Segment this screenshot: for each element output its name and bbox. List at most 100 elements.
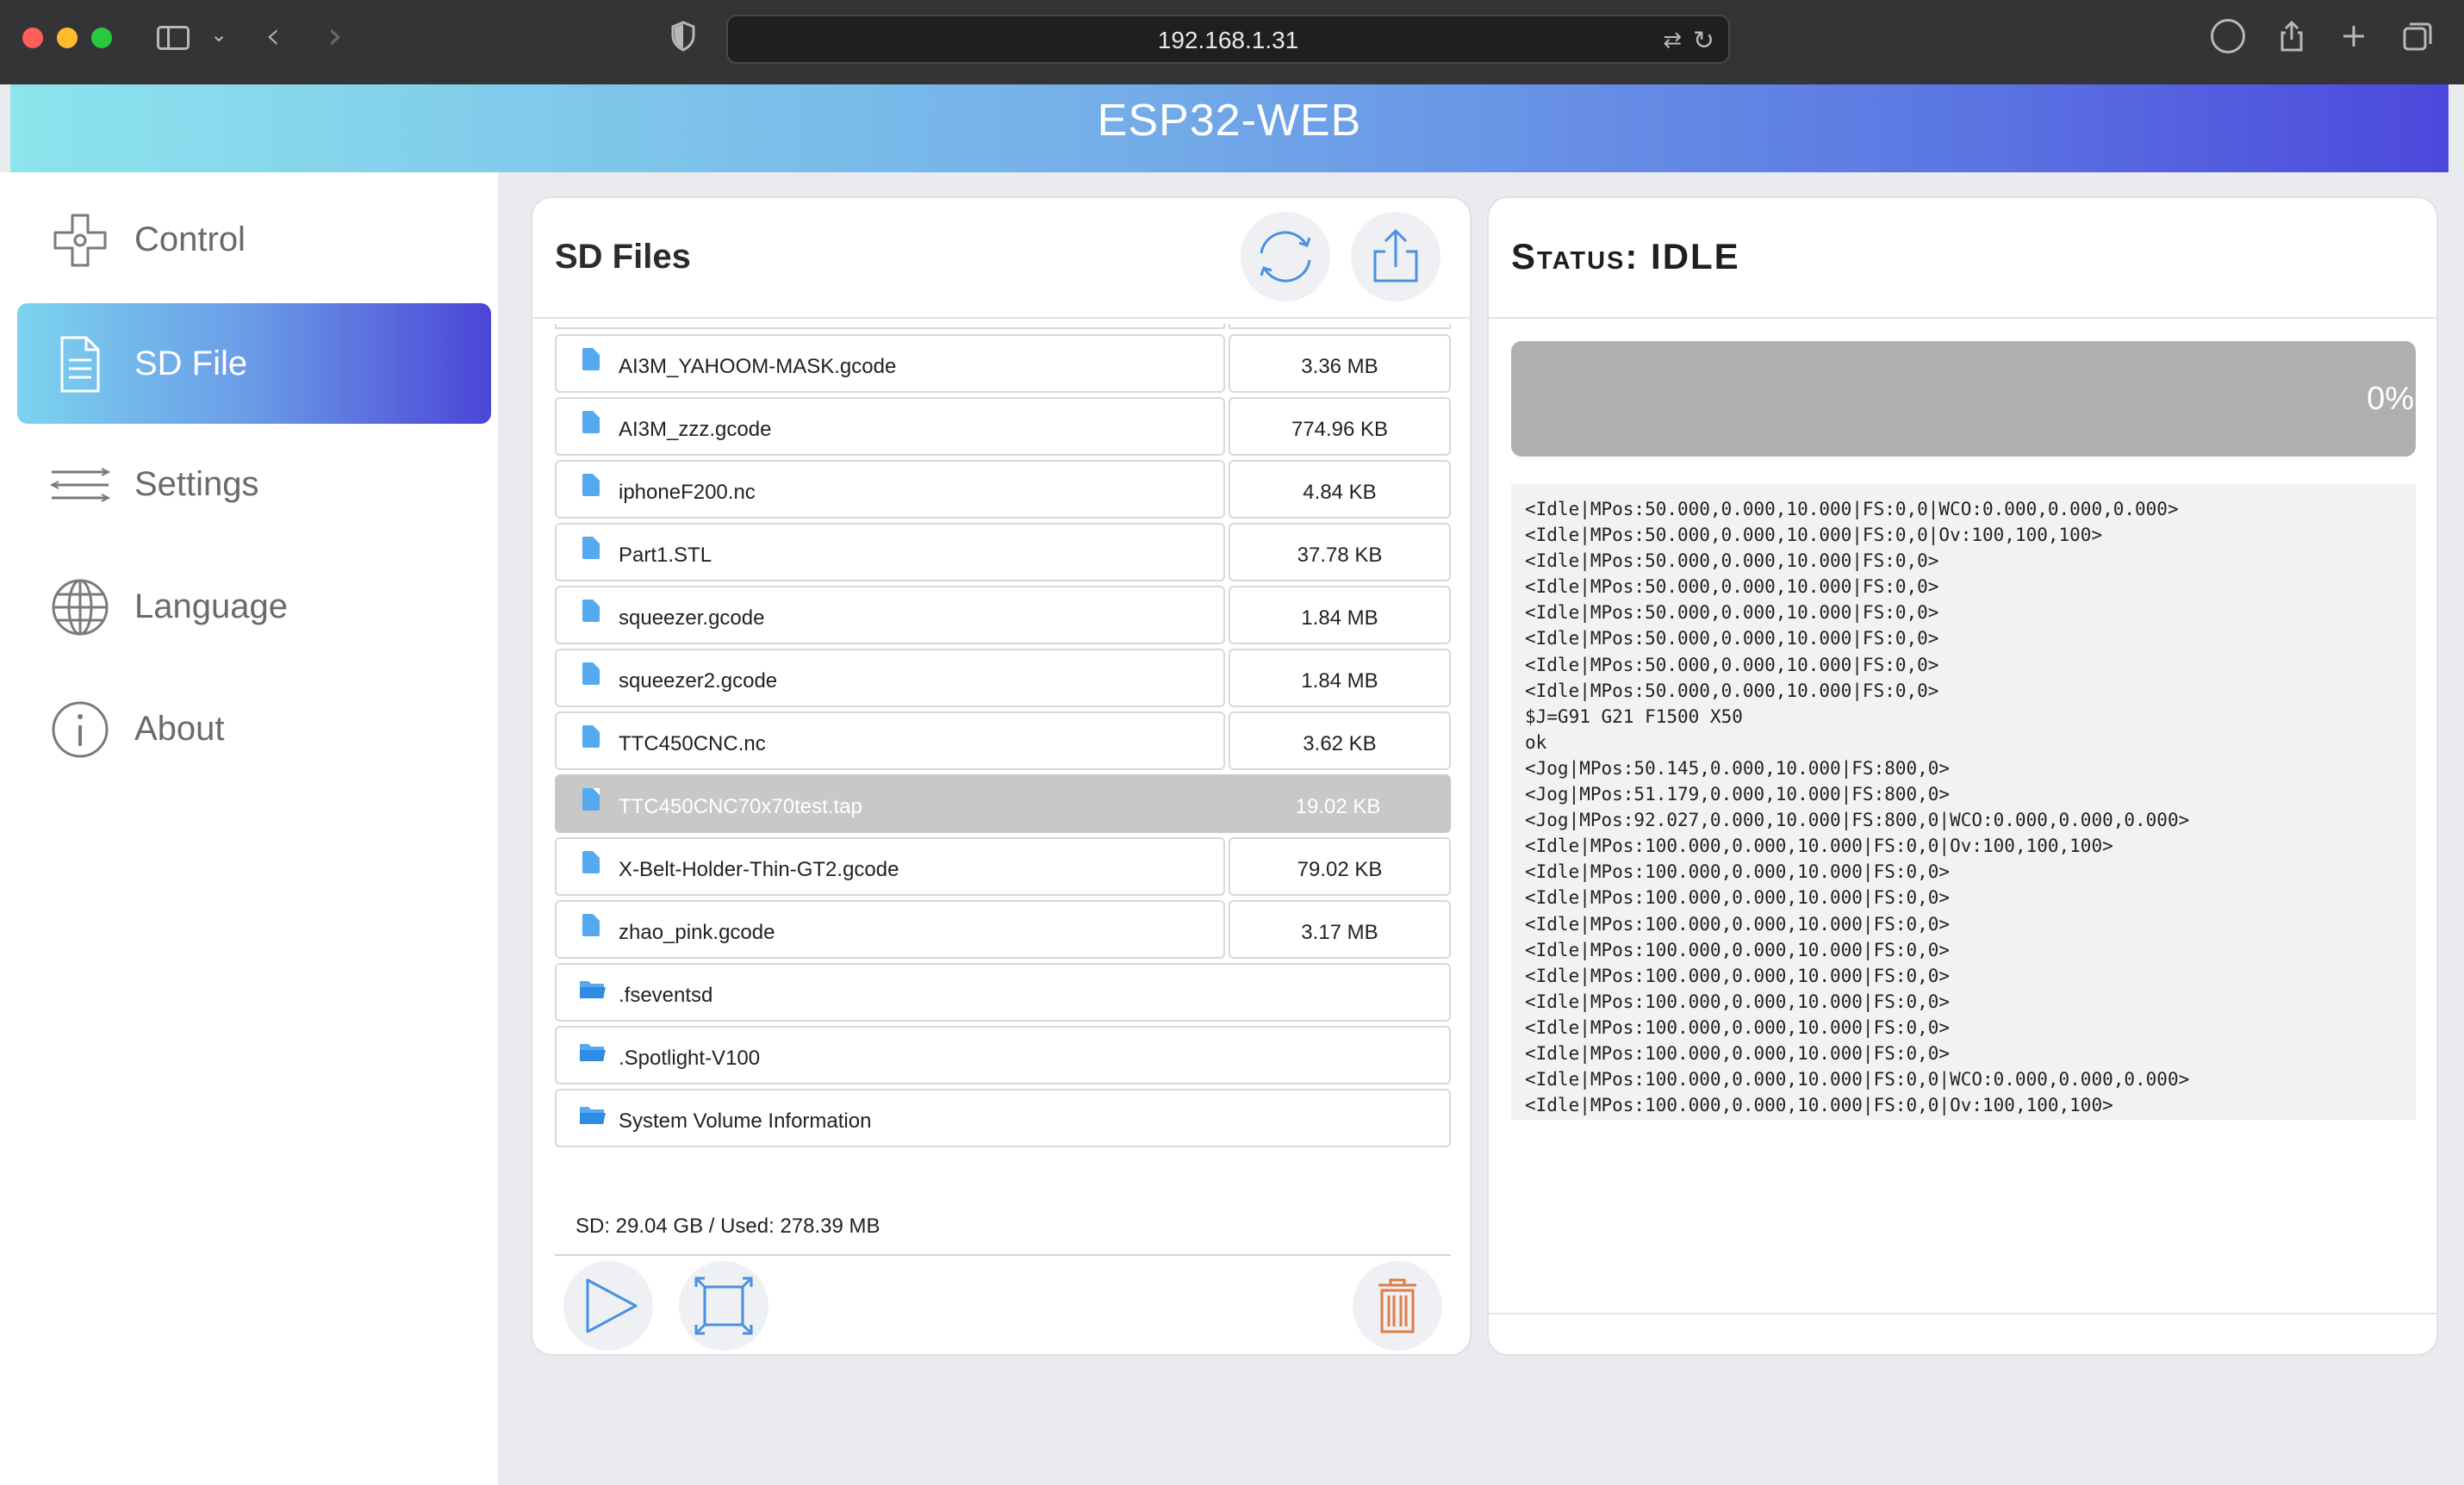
chevron-down-icon[interactable]: ⌄ [210,22,227,47]
file-icon [582,662,600,685]
close-window-button[interactable] [22,28,43,48]
file-name-cell[interactable]: Part1.STL [555,523,1225,581]
back-icon[interactable]: ‹ [265,14,281,58]
new-tab-icon[interactable] [2336,19,2371,53]
folder-name-cell[interactable]: .Spotlight-V100 [555,1026,1451,1084]
sidebar-item-settings[interactable]: Settings [17,424,491,544]
file-size: 37.78 KB [1297,544,1383,567]
file-name-cell[interactable]: zhao_pink.gcode [555,900,1225,959]
folder-icon [580,1044,606,1061]
file-list: AI3M_YAHOOM-MASK.gcode 3.36 MB AI3M_zzz.… [555,324,1451,1345]
file-name: squeezer2.gcode [619,669,778,693]
sidebar-toggle-icon[interactable] [157,26,190,50]
divider [532,317,1470,319]
console-line: <Idle|MPos:100.000,0.000,10.000|FS:0,0|W… [1525,1069,2190,1090]
file-name-cell[interactable]: squeezer2.gcode [555,649,1225,707]
file-size-cell: 3.62 KB [1229,711,1451,770]
downloads-icon[interactable] [2211,19,2245,53]
folder-name-cell[interactable]: .fseventsd [555,963,1451,1022]
address-bar[interactable]: 192.168.1.31 ⇄ ↻ [726,15,1730,64]
file-size-cell: 37.78 KB [1229,523,1451,581]
console-line: <Idle|MPos:50.000,0.000,10.000|FS:0,0> [1525,654,1939,675]
sidebar-item-label: SD File [134,345,248,382]
divider [1489,1313,2436,1314]
console-output[interactable]: <Idle|MPos:50.000,0.000,10.000|FS:0,0|WC… [1511,484,2416,1120]
folder-name: System Volume Information [619,1109,872,1133]
file-name-cell[interactable]: AI3M_YAHOOM-MASK.gcode [555,334,1225,393]
share-icon[interactable] [2274,19,2309,53]
folder-name-cell[interactable]: System Volume Information [555,1089,1451,1147]
delete-button[interactable] [1353,1261,1442,1351]
file-size: 4.84 KB [1303,481,1377,504]
sd-usage-text: SD: 29.04 GB / Used: 278.39 MB [576,1215,880,1238]
tab-overview-icon[interactable] [2400,19,2435,53]
folder-icon [580,1107,606,1124]
play-button[interactable] [563,1261,653,1351]
sidebar-item-about[interactable]: About [17,668,491,789]
play-icon [586,1278,638,1333]
file-size-cell: 1.84 MB [1229,649,1451,707]
clipped-row-edge [555,324,1451,329]
sidebar-item-control[interactable]: Control [17,179,491,300]
forward-icon[interactable]: › [327,14,343,58]
file-size-cell: 4.84 KB [1229,460,1451,519]
console-line: <Idle|MPos:100.000,0.000,10.000|FS:0,0> [1525,913,1951,935]
translate-icon[interactable]: ⇄ [1663,28,1682,53]
status-state: IDLE [1651,236,1740,276]
trash-icon [1378,1278,1416,1333]
file-name: squeezer.gcode [619,606,765,630]
console-line: <Idle|MPos:100.000,0.000,10.000|FS:0,0> [1525,965,1951,986]
console-line: <Idle|MPos:100.000,0.000,10.000|FS:0,0> [1525,939,1951,960]
sidebar-item-sd-file[interactable]: SD File [17,303,491,424]
file-name-cell[interactable]: TTC450CNC70x70test.tap [555,774,1225,833]
frame-button[interactable] [679,1261,768,1351]
console-line: <Idle|MPos:50.000,0.000,10.000|FS:0,0|Ov… [1525,525,2103,546]
file-size: 3.36 MB [1301,355,1378,378]
sliders-icon [50,468,110,502]
console-line: <Idle|MPos:100.000,0.000,10.000|FS:0,0> [1525,991,1951,1012]
sidebar-item-language[interactable]: Language [17,546,491,667]
file-icon [582,348,600,370]
sidebar-item-label: Settings [134,465,259,503]
url-text: 192.168.1.31 [1157,27,1299,53]
file-icon [582,914,600,936]
console-line: <Idle|MPos:100.000,0.000,10.000|FS:0,0> [1525,861,1951,883]
panel-title: SD Files [555,238,691,276]
file-size: 79.02 KB [1297,858,1383,881]
file-name: TTC450CNC.nc [619,732,766,755]
globe-icon [52,579,109,636]
file-name-cell[interactable]: X-Belt-Holder-Thin-GT2.gcode [555,837,1225,896]
file-size-cell: 79.02 KB [1229,837,1451,896]
privacy-shield-icon[interactable] [670,21,696,52]
upload-button[interactable] [1351,212,1440,301]
minimize-window-button[interactable] [57,28,78,48]
file-name-cell[interactable]: AI3M_zzz.gcode [555,397,1225,456]
reload-icon[interactable]: ↻ [1693,26,1714,56]
file-name: AI3M_zzz.gcode [619,418,772,441]
file-name-cell[interactable]: iphoneF200.nc [555,460,1225,519]
status-heading: Status: IDLE [1511,236,1740,277]
file-name: Part1.STL [619,544,712,567]
sidebar-item-label: About [134,710,225,748]
sidebar-item-label: Control [134,221,246,258]
folder-name: .Spotlight-V100 [619,1047,761,1070]
file-name-cell[interactable]: TTC450CNC.nc [555,711,1225,770]
file-icon [582,725,600,748]
status-label: Status: [1511,236,1640,276]
file-icon [582,851,600,873]
zoom-window-button[interactable] [91,28,112,48]
console-line: <Idle|MPos:50.000,0.000,10.000|FS:0,0|WC… [1525,499,2179,519]
file-icon [582,600,600,622]
refresh-button[interactable] [1241,212,1330,301]
divider [1489,317,2436,319]
console-line: <Idle|MPos:100.000,0.000,10.000|FS:0,0|O… [1525,836,2113,857]
refresh-icon [1260,231,1311,283]
info-icon [52,701,109,758]
browser-toolbar: ⌄ ‹ › 192.168.1.31 ⇄ ↻ [0,0,2464,84]
file-icon [582,788,600,811]
console-line: <Idle|MPos:100.000,0.000,10.000|FS:0,0|O… [1525,1095,2113,1116]
file-name: TTC450CNC70x70test.tap [619,795,862,818]
folder-name: .fseventsd [619,984,713,1007]
console-line: <Idle|MPos:100.000,0.000,10.000|FS:0,0> [1525,1042,1951,1064]
file-name-cell[interactable]: squeezer.gcode [555,586,1225,644]
